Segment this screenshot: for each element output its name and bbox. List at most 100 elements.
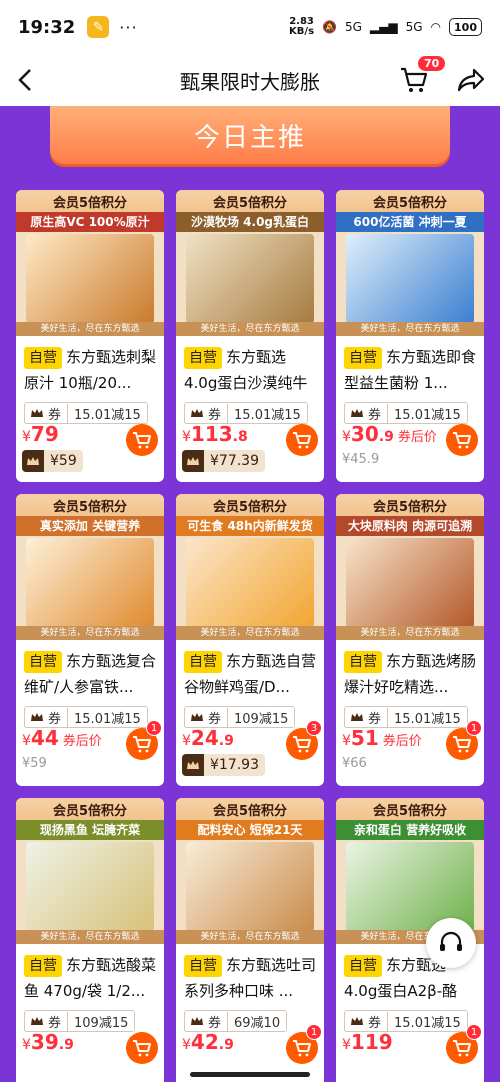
product-card[interactable]: 会员5倍积分 600亿活菌 冲刺一夏 美好生活，尽在东方甄选 自营 东方甄选即食型… bbox=[336, 190, 484, 482]
product-slogan: 现扬黑鱼 坛腌齐菜 bbox=[16, 820, 164, 840]
add-to-cart-button[interactable] bbox=[126, 1032, 158, 1064]
currency-symbol: ¥ bbox=[22, 1037, 31, 1053]
price-integer: 30 bbox=[350, 422, 379, 446]
share-icon bbox=[457, 68, 485, 92]
product-image[interactable]: 会员5倍积分 现扬黑鱼 坛腌齐菜 美好生活，尽在东方甄选 bbox=[16, 798, 164, 944]
currency-symbol: ¥ bbox=[182, 1037, 191, 1053]
member-points-label: 会员5倍积分 bbox=[336, 798, 484, 820]
cart-item-count-badge: 3 bbox=[306, 720, 322, 736]
brand-slogan: 美好生活，尽在东方甄选 bbox=[16, 626, 164, 640]
status-time: 19:32 bbox=[18, 16, 76, 38]
self-operated-tag: 自营 bbox=[344, 651, 382, 673]
product-image[interactable]: 会员5倍积分 600亿活菌 冲刺一夏 美好生活，尽在东方甄选 bbox=[336, 190, 484, 336]
banner-area: 今日主推 bbox=[0, 106, 500, 186]
status-bar: 19:32 ✎ ··· 2.83 KB/s 🔕 5G ▂▄▆ 5G ◠ 100 bbox=[0, 0, 500, 54]
member-price: ¥17.93 bbox=[182, 754, 265, 776]
currency-symbol: ¥ bbox=[182, 733, 191, 749]
product-card[interactable]: 会员5倍积分 沙漠牧场 4.0g乳蛋白 美好生活，尽在东方甄选 自营 东方甄选4.… bbox=[176, 190, 324, 482]
member-points-label: 会员5倍积分 bbox=[176, 190, 324, 212]
price-integer: 119 bbox=[350, 1030, 393, 1054]
member-points-label: 会员5倍积分 bbox=[176, 798, 324, 820]
currency-symbol: ¥ bbox=[342, 429, 351, 445]
customer-service-button[interactable] bbox=[426, 918, 476, 968]
coupon-tag: 券 15.01减15 bbox=[184, 402, 308, 424]
coupon-value: 15.01减15 bbox=[234, 407, 301, 423]
currency-symbol: ¥ bbox=[22, 733, 31, 749]
add-to-cart-button[interactable] bbox=[286, 424, 318, 456]
original-price: ¥45.9 bbox=[342, 452, 380, 467]
cart-item-count-badge: 1 bbox=[466, 720, 482, 736]
product-card[interactable]: 会员5倍积分 可生食 48h内新鲜发货 美好生活，尽在东方甄选 自营 东方甄选自营… bbox=[176, 494, 324, 786]
product-photo bbox=[186, 234, 314, 324]
member-points-label: 会员5倍积分 bbox=[336, 190, 484, 212]
product-image[interactable]: 会员5倍积分 原生高VC 100%原汁 美好生活，尽在东方甄选 bbox=[16, 190, 164, 336]
coupon-value: 15.01减15 bbox=[394, 711, 461, 727]
coupon-type: 券 bbox=[368, 707, 389, 727]
coupon-type: 券 bbox=[208, 403, 229, 423]
product-photo bbox=[26, 842, 154, 932]
price-integer: 51 bbox=[350, 726, 379, 750]
cart-item-count-badge: 1 bbox=[146, 720, 162, 736]
nav-bar: 甄果限时大膨胀 70 bbox=[0, 54, 500, 106]
price-decimal: .9 bbox=[218, 733, 234, 749]
product-card[interactable]: 会员5倍积分 配料安心 短保21天 美好生活，尽在东方甄选 自营 东方甄选吐司系列… bbox=[176, 798, 324, 1082]
price-decimal: .9 bbox=[58, 1037, 74, 1053]
brand-slogan: 美好生活，尽在东方甄选 bbox=[16, 930, 164, 944]
coupon-value: 109减15 bbox=[234, 711, 289, 727]
coupon-value: 109减15 bbox=[74, 1015, 129, 1031]
coupon-value: 15.01减15 bbox=[74, 711, 141, 727]
back-button[interactable] bbox=[0, 54, 50, 106]
product-photo bbox=[26, 234, 154, 324]
price-decimal: .8 bbox=[232, 429, 248, 445]
product-title: 自营 东方甄选自营谷物鲜鸡蛋/D... bbox=[176, 640, 324, 700]
price: ¥ 39 .9 bbox=[22, 1030, 78, 1054]
price-integer: 42 bbox=[190, 1030, 219, 1054]
member-price-value: ¥17.93 bbox=[204, 754, 265, 776]
price: ¥ 44 券后价 bbox=[22, 726, 102, 750]
product-slogan: 真实添加 关键营养 bbox=[16, 516, 164, 536]
self-operated-tag: 自营 bbox=[24, 955, 62, 977]
back-arrow-icon bbox=[18, 69, 31, 91]
currency-symbol: ¥ bbox=[182, 429, 191, 445]
product-card[interactable]: 会员5倍积分 大块原料肉 肉源可追溯 美好生活，尽在东方甄选 自营 东方甄选烤肠爆… bbox=[336, 494, 484, 786]
coupon-type: 券 bbox=[208, 707, 229, 727]
product-card[interactable]: 会员5倍积分 原生高VC 100%原汁 美好生活，尽在东方甄选 自营 东方甄选刺梨… bbox=[16, 190, 164, 482]
add-to-cart-button[interactable] bbox=[446, 424, 478, 456]
price-integer: 39 bbox=[30, 1030, 59, 1054]
crown-icon bbox=[191, 713, 203, 721]
after-coupon-label: 券后价 bbox=[397, 430, 437, 445]
product-image[interactable]: 会员5倍积分 配料安心 短保21天 美好生活，尽在东方甄选 bbox=[176, 798, 324, 944]
coupon-tag: 券 15.01减15 bbox=[24, 706, 148, 728]
self-operated-tag: 自营 bbox=[184, 347, 222, 369]
wifi-icon: ◠ bbox=[430, 20, 442, 34]
product-title: 自营 东方甄选酸菜鱼 470g/袋 1/2... bbox=[16, 944, 164, 1004]
product-image[interactable]: 会员5倍积分 大块原料肉 肉源可追溯 美好生活，尽在东方甄选 bbox=[336, 494, 484, 640]
product-image[interactable]: 会员5倍积分 真实添加 关键营养 美好生活，尽在东方甄选 bbox=[16, 494, 164, 640]
self-operated-tag: 自营 bbox=[184, 651, 222, 673]
product-image[interactable]: 会员5倍积分 沙漠牧场 4.0g乳蛋白 美好生活，尽在东方甄选 bbox=[176, 190, 324, 336]
signal-bars-icon: ▂▄▆ bbox=[369, 20, 398, 34]
product-title: 自营 东方甄选即食型益生菌粉 1... bbox=[336, 336, 484, 396]
cart-item-count-badge: 1 bbox=[306, 1024, 322, 1040]
crown-icon bbox=[351, 1017, 363, 1025]
product-photo bbox=[186, 842, 314, 932]
member-points-label: 会员5倍积分 bbox=[336, 494, 484, 516]
product-card[interactable]: 会员5倍积分 现扬黑鱼 坛腌齐菜 美好生活，尽在东方甄选 自营 东方甄选酸菜鱼 4… bbox=[16, 798, 164, 1082]
member-points-label: 会员5倍积分 bbox=[16, 798, 164, 820]
share-button[interactable] bbox=[456, 66, 488, 96]
coupon-value: 15.01减15 bbox=[394, 1015, 461, 1031]
brand-slogan: 美好生活，尽在东方甄选 bbox=[176, 626, 324, 640]
brand-slogan: 美好生活，尽在东方甄选 bbox=[336, 322, 484, 336]
coupon-type: 券 bbox=[48, 707, 69, 727]
coupon-tag: 券 15.01减15 bbox=[344, 402, 468, 424]
headset-icon bbox=[440, 931, 462, 951]
brand-slogan: 美好生活，尽在东方甄选 bbox=[176, 930, 324, 944]
add-to-cart-button[interactable] bbox=[126, 424, 158, 456]
product-image[interactable]: 会员5倍积分 可生食 48h内新鲜发货 美好生活，尽在东方甄选 bbox=[176, 494, 324, 640]
product-photo bbox=[346, 234, 474, 324]
member-points-label: 会员5倍积分 bbox=[16, 494, 164, 516]
section-banner: 今日主推 bbox=[50, 106, 450, 164]
product-card[interactable]: 会员5倍积分 真实添加 关键营养 美好生活，尽在东方甄选 自营 东方甄选复合维矿/… bbox=[16, 494, 164, 786]
price-integer: 24 bbox=[190, 726, 219, 750]
product-slogan: 亲和蛋白 营养好吸收 bbox=[336, 820, 484, 840]
